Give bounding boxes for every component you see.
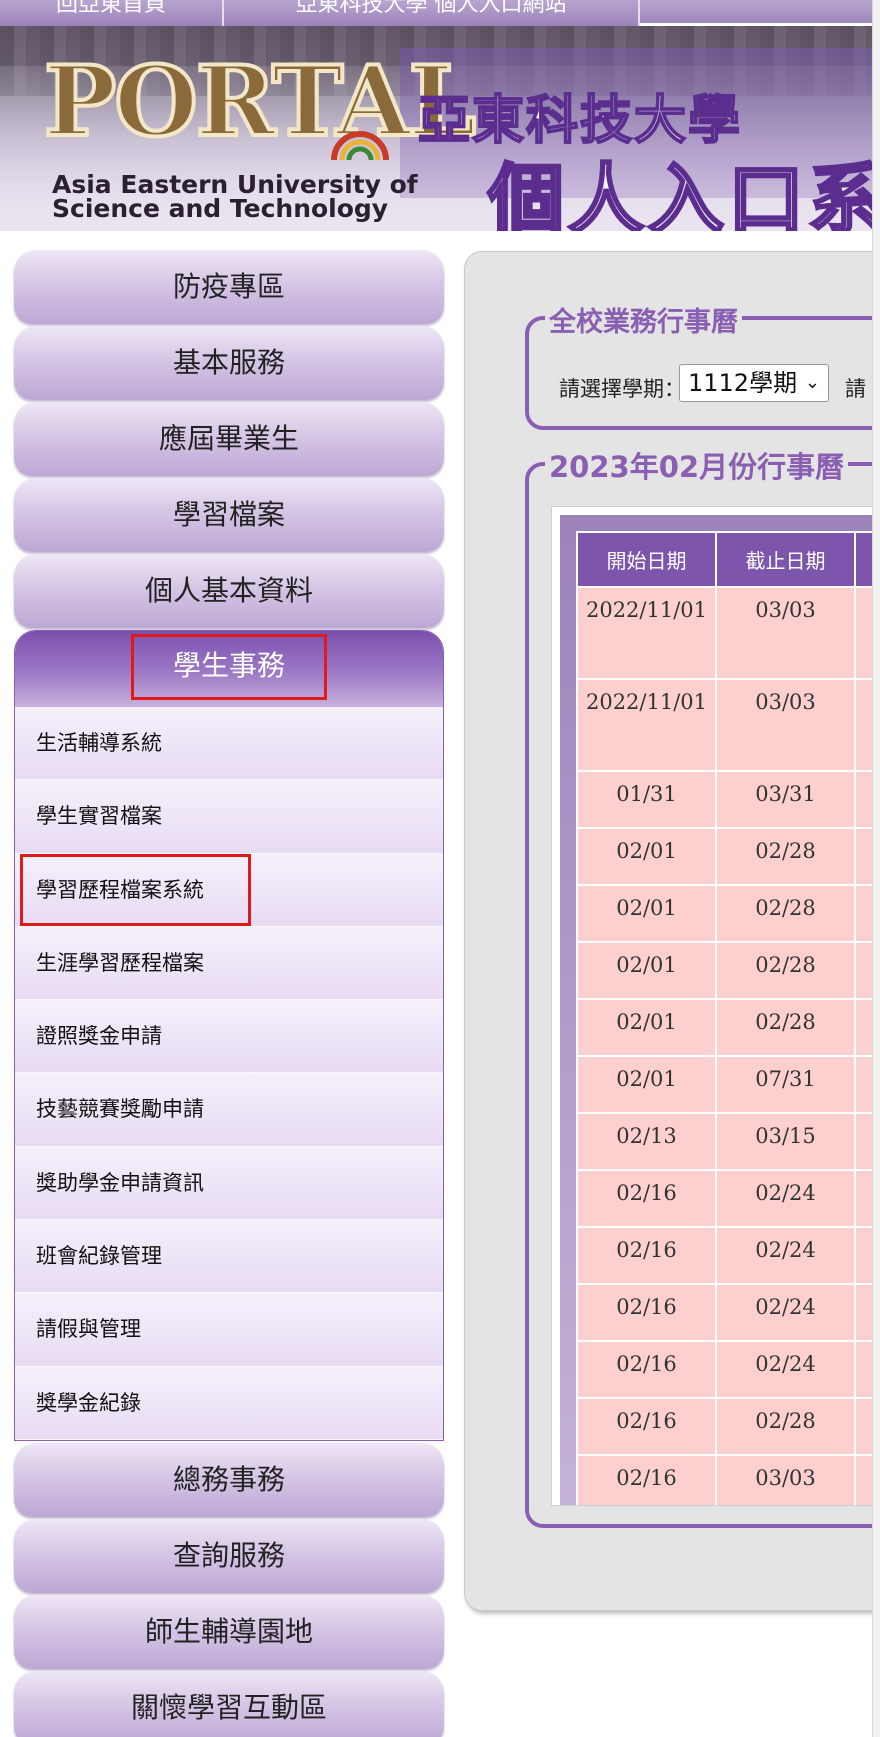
table-row: 02/1602/241 [576,1169,880,1228]
table-row: 02/0102/28通 [576,998,880,1057]
highlight-box [20,853,251,926]
cell-start-date: 02/01 [576,941,717,1000]
portal-logo: PORTAL [42,45,478,158]
cell-start-date: 02/16 [576,1226,717,1285]
cell-end-date: 03/03 [715,586,856,680]
submenu-internship-records[interactable]: 學生實習檔案 [15,780,443,854]
submenu-learning-portfolio-system[interactable]: 學習歷程檔案系統 [15,853,443,927]
menu-query-services[interactable]: 查詢服務 [14,1518,444,1593]
cell-end-date: 02/24 [715,1169,856,1228]
cell-end-date: 03/15 [715,1112,856,1171]
table-row: 2022/11/0103/031 [576,678,880,772]
cell-end-date: 02/28 [715,941,856,1000]
cell-end-date: 02/28 [715,884,856,943]
menu-personal-info[interactable]: 個人基本資料 [14,554,444,628]
menu-counseling[interactable]: 師生輔導園地 [14,1594,444,1669]
cell-start-date: 02/16 [576,1397,717,1456]
cell-start-date: 02/16 [576,1454,717,1505]
school-calendar-fieldset: 全校業務行事曆 請選擇學期： 1112學期 ⌄ 請 [525,300,880,430]
home-link[interactable]: 回亞東首頁 [0,0,224,26]
banner: PORTAL Asia Eastern University of Scienc… [0,26,880,231]
page: { "topnav": { "home_link": "回亞東首頁", "por… [0,0,880,1737]
table-row: 02/1602/24生 [576,1226,880,1285]
cell-start-date: 02/16 [576,1340,717,1399]
menu-epidemic-prevention[interactable]: 防疫專區 [14,250,444,324]
submenu-certificate-bonus[interactable]: 證照獎金申請 [15,1000,443,1074]
column-end-date: 截止日期 [715,531,856,588]
cell-end-date: 02/28 [715,998,856,1057]
cell-start-date: 02/16 [576,1283,717,1342]
semester-select[interactable]: 1112學期 ⌄ [679,364,829,402]
cell-end-date: 03/03 [715,678,856,772]
table-row: 02/1602/281 [576,1397,880,1456]
table-row: 02/1602/24學 [576,1340,880,1399]
system-title: 個人入口系統 [487,154,880,232]
cell-end-date: 02/28 [715,1397,856,1456]
submenu-career-portfolio[interactable]: 生涯學習歷程檔案 [15,926,443,1001]
monthly-calendar-fieldset: 2023年02月份行事曆 開始日期 截止日期 新 2022/11/0103/03… [525,444,880,1528]
page-scrollbar[interactable] [872,0,880,1737]
semester-label: 請選擇學期： [559,377,685,401]
calendar-table-background: 開始日期 截止日期 新 2022/11/0103/031 文2022/11/01… [560,515,880,1505]
cell-start-date: 02/13 [576,1112,717,1171]
chevron-down-icon: ⌄ [804,372,820,393]
menu-student-affairs-label: 學生事務 [131,634,327,700]
sidebar-menu: 防疫專區 基本服務 應屆畢業生 學習檔案 個人基本資料 學生事務 生活輔導系統 … [14,250,444,1737]
monthly-calendar-legend: 2023年02月份行事曆 [545,444,849,486]
logo-subtitle-line2: Science and Technology [52,194,389,223]
cell-start-date: 02/01 [576,827,717,886]
menu-graduates[interactable]: 應屆畢業生 [14,402,444,476]
portal-link[interactable]: 亞東科技大學 個人入口網站 [224,0,640,26]
cell-end-date: 03/03 [715,1454,856,1505]
school-calendar-legend: 全校業務行事曆 [545,300,742,339]
rainbow-arc-icon [331,131,389,161]
cell-end-date: 02/24 [715,1226,856,1285]
cell-start-date: 2022/11/01 [576,586,717,680]
cell-start-date: 02/01 [576,1055,717,1114]
table-row: 02/1603/03麻 [576,1454,880,1505]
cell-end-date: 07/31 [715,1055,856,1114]
cell-start-date: 02/01 [576,884,717,943]
cell-end-date: 02/24 [715,1283,856,1342]
menu-basic-services[interactable]: 基本服務 [14,326,444,400]
main-panel: 全校業務行事曆 請選擇學期： 1112學期 ⌄ 請 2023年02月份行事曆 開… [464,251,880,1611]
menu-student-affairs-group: 學生事務 生活輔導系統 學生實習檔案 學習歷程檔案系統 生涯學習歷程檔案 證照獎… [14,630,444,1441]
top-nav: 回亞東首頁 亞東科技大學 個人入口網站 [0,0,880,26]
table-header-row: 開始日期 截止日期 新 [576,531,880,588]
submenu-life-guidance[interactable]: 生活輔導系統 [15,707,443,781]
cell-end-date: 02/24 [715,1340,856,1399]
table-row: 01/3103/31貝 [576,770,880,829]
calendar-table-frame: 開始日期 截止日期 新 2022/11/0103/031 文2022/11/01… [551,506,880,1506]
table-row: 02/0102/28硏 [576,827,880,886]
submenu-leave-management[interactable]: 請假與管理 [15,1293,443,1367]
table-row: 02/1602/24教 [576,1283,880,1342]
table-row: 02/1303/151 [576,1112,880,1171]
table-row: 02/0102/28教 [576,941,880,1000]
cell-start-date: 01/31 [576,770,717,829]
semester-trailing-text: 請 [845,377,866,401]
cell-start-date: 2022/11/01 [576,678,717,772]
menu-student-affairs[interactable]: 學生事務 [15,631,443,707]
submenu-scholarship-info[interactable]: 獎助學金申請資訊 [15,1146,443,1221]
table-row: 2022/11/0103/031 文 [576,586,880,680]
table-row: 02/0102/28教 [576,884,880,943]
submenu-competition-award[interactable]: 技藝競賽獎勵申請 [15,1073,443,1147]
menu-general-affairs[interactable]: 總務事務 [14,1442,444,1517]
cell-start-date: 02/01 [576,998,717,1057]
cell-end-date: 03/31 [715,770,856,829]
calendar-table-body: 2022/11/0103/031 文2022/11/0103/03101/310… [576,586,880,1505]
semester-select-value: 1112學期 [688,369,798,397]
menu-care-interaction[interactable]: 關懷學習互動區 [14,1670,444,1737]
column-start-date: 開始日期 [576,531,717,588]
submenu-scholarship-records[interactable]: 獎學金紀錄 [15,1366,443,1440]
calendar-table: 開始日期 截止日期 新 2022/11/0103/031 文2022/11/01… [576,531,880,1505]
cell-start-date: 02/16 [576,1169,717,1228]
submenu-class-meeting[interactable]: 班會紀錄管理 [15,1220,443,1294]
top-nav-spacer [640,0,880,26]
menu-learning-portfolio[interactable]: 學習檔案 [14,478,444,552]
table-row: 02/0107/311 [576,1055,880,1114]
cell-end-date: 02/28 [715,827,856,886]
